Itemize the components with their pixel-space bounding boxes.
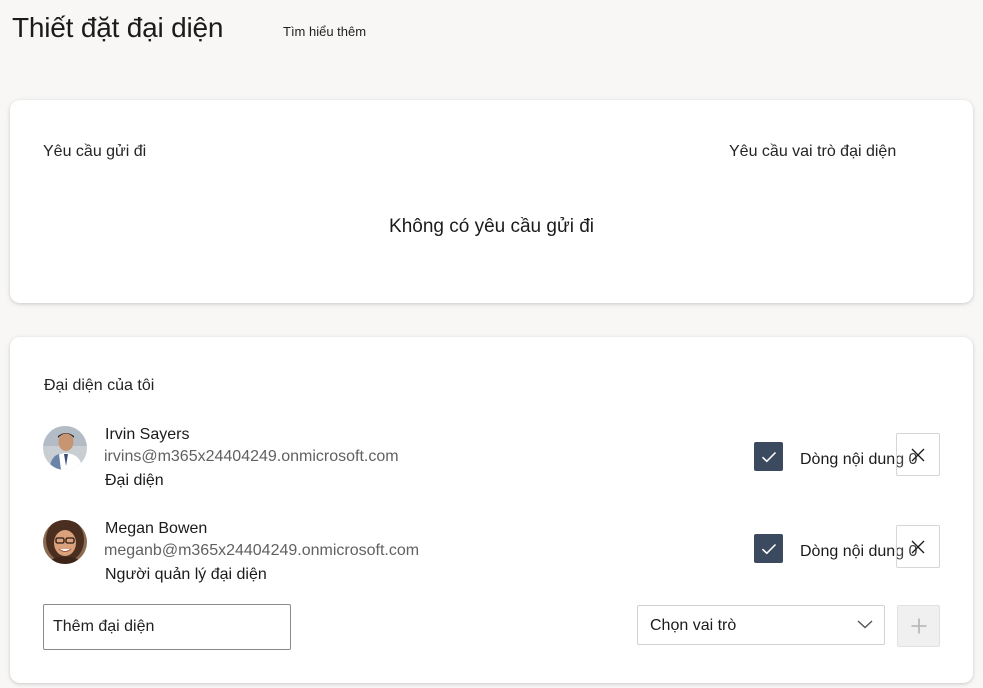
page-title: Thiết đặt đại diện — [12, 12, 224, 43]
add-delegate-button[interactable] — [897, 605, 940, 647]
role-select[interactable]: Chọn vai trò — [637, 605, 885, 645]
delegate-name: Megan Bowen — [105, 520, 208, 537]
delegate-name: Irvin Sayers — [105, 426, 190, 443]
learn-more-link[interactable]: Tìm hiểu thêm — [283, 24, 366, 39]
delegate-role: Người quản lý đại diện — [105, 566, 267, 583]
delegate-row: Megan Bowen meganb@m365x24404249.onmicro… — [10, 515, 973, 595]
delegate-row: Irvin Sayers irvins@m365x24404249.onmicr… — [10, 421, 973, 501]
person-photo-icon — [43, 520, 87, 564]
my-delegates-card: Đại diện của tôi Irvin Sayers irvins@m36… — [10, 337, 973, 683]
remove-delegate-button[interactable] — [896, 525, 940, 568]
content-checkbox[interactable] — [754, 534, 783, 563]
outgoing-requests-card: Yêu cầu gửi đi Yêu cầu vai trò đại diện … — [10, 100, 973, 303]
empty-requests-message: Không có yêu cầu gửi đi — [389, 216, 594, 237]
content-checkbox[interactable] — [754, 442, 783, 471]
add-delegate-input[interactable] — [43, 604, 291, 650]
checkmark-icon — [761, 451, 776, 462]
outgoing-requests-label: Yêu cầu gửi đi — [43, 143, 147, 160]
my-delegates-title: Đại diện của tôi — [44, 377, 155, 394]
delegate-email: irvins@m365x24404249.onmicrosoft.com — [104, 448, 399, 465]
remove-delegate-button[interactable] — [896, 433, 940, 476]
avatar — [43, 520, 87, 564]
delegate-role: Đại diện — [105, 472, 164, 489]
delegate-role-request-label: Yêu cầu vai trò đại diện — [729, 143, 897, 160]
close-icon — [911, 540, 925, 553]
checkmark-icon — [761, 543, 776, 554]
role-select-value: Chọn vai trò — [650, 617, 737, 634]
person-photo-icon — [43, 426, 87, 470]
chevron-down-icon — [857, 620, 873, 629]
avatar — [43, 426, 87, 470]
close-icon — [911, 448, 925, 461]
delegate-email: meganb@m365x24404249.onmicrosoft.com — [104, 542, 420, 559]
plus-icon — [911, 618, 926, 634]
